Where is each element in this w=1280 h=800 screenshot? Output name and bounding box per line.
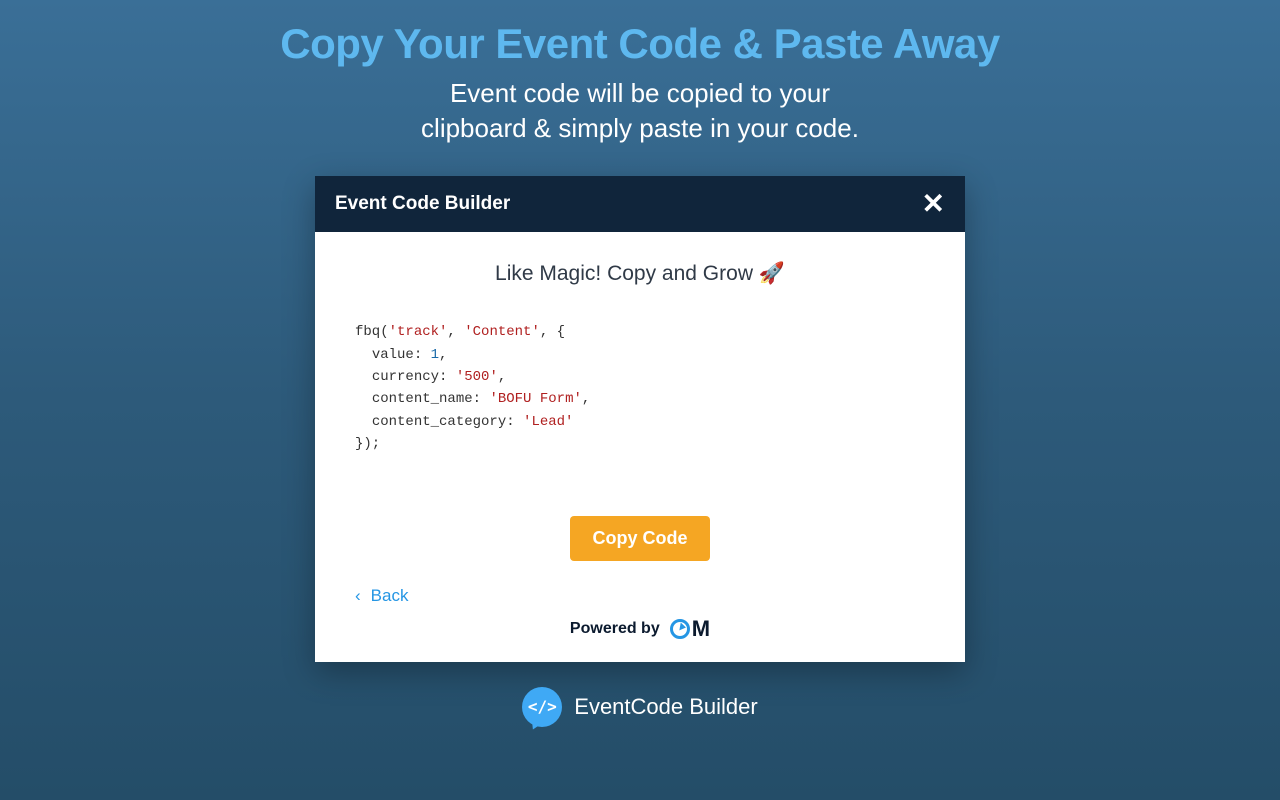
brand-footer: </> EventCode Builder (0, 687, 1280, 727)
chevron-left-icon: ‹ (355, 586, 361, 606)
hero-subtitle: Event code will be copied to your clipbo… (0, 76, 1280, 146)
code-bracket-icon: </> (528, 697, 557, 716)
brand-icon: </> (522, 687, 562, 727)
modal-title: Event Code Builder (335, 193, 510, 215)
magic-heading: Like Magic! Copy and Grow 🚀 (355, 262, 925, 286)
modal-body: Like Magic! Copy and Grow 🚀 fbq('track',… (315, 232, 965, 570)
powered-by-label: Powered by (570, 620, 660, 638)
modal-footer: ‹ Back Powered by M (315, 571, 965, 662)
om-logo-icon: M (670, 616, 710, 642)
hero-title: Copy Your Event Code & Paste Away (0, 20, 1280, 68)
brand-name: EventCode Builder (574, 694, 757, 720)
back-label: Back (371, 586, 409, 606)
modal-header: Event Code Builder ✕ (315, 176, 965, 232)
hero-section: Copy Your Event Code & Paste Away Event … (0, 0, 1280, 146)
code-block: fbq('track', 'Content', { value: 1, curr… (355, 321, 925, 455)
powered-by: Powered by M (355, 616, 925, 642)
close-icon[interactable]: ✕ (922, 190, 945, 218)
copy-code-button[interactable]: Copy Code (570, 516, 709, 561)
event-code-builder-modal: Event Code Builder ✕ Like Magic! Copy an… (315, 176, 965, 661)
back-link[interactable]: ‹ Back (355, 586, 408, 606)
